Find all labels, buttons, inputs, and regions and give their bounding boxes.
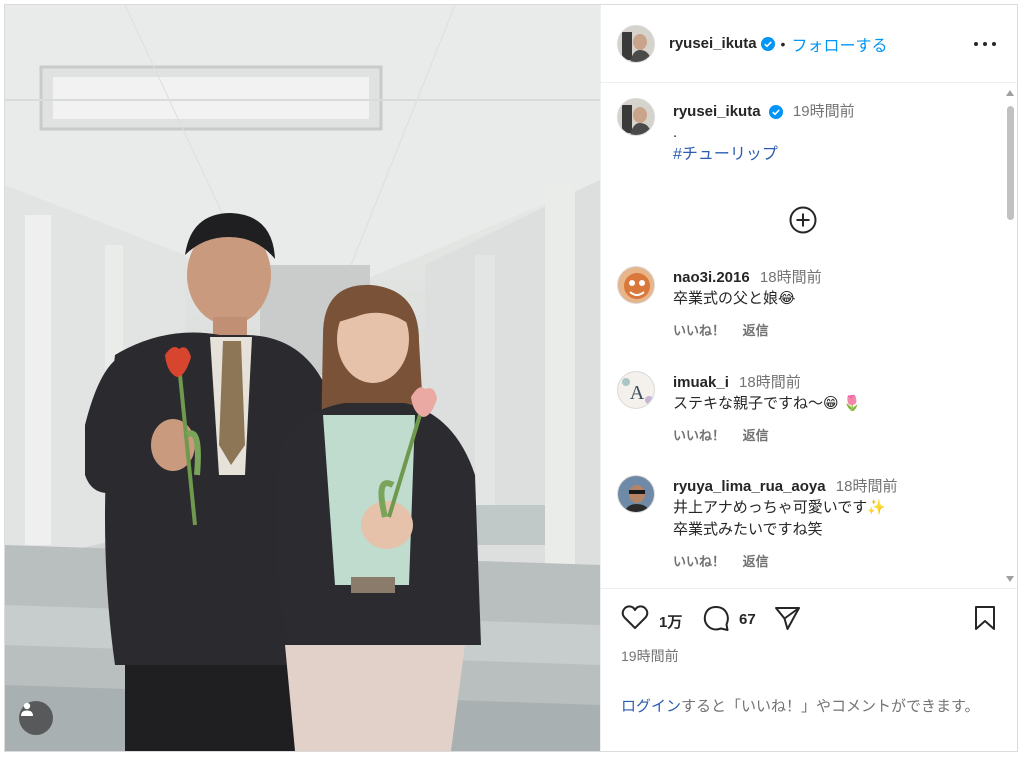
commenter-avatar[interactable] (617, 475, 655, 513)
reply-button[interactable]: 返信 (743, 428, 769, 443)
comments-section[interactable]: ryusei_ikuta 19時間前 . #チューリップ nao3i.2016 … (601, 84, 1017, 589)
avatar-image (618, 25, 654, 62)
comment-text: ステキな親子ですね〜 (673, 395, 824, 412)
avatar-image: A (618, 372, 654, 408)
scroll-thumb[interactable] (1007, 106, 1014, 220)
user-icon (21, 702, 33, 716)
author-username[interactable]: ryusei_ikuta (669, 35, 757, 52)
post-side-panel: ryusei_ikuta • フォローする ryusei_ikuta 19時間前… (600, 5, 1017, 751)
post-photo[interactable] (5, 5, 600, 751)
scroll-down-arrow-icon[interactable] (1006, 576, 1014, 582)
reply-button[interactable]: 返信 (743, 554, 769, 569)
save-button[interactable] (973, 604, 997, 637)
caption-username[interactable]: ryusei_ikuta (673, 103, 761, 120)
avatar-image (618, 99, 654, 135)
post-timestamp[interactable]: 19時間前 (621, 646, 679, 666)
comment-time[interactable]: 18時間前 (739, 374, 801, 391)
photo-illustration (5, 5, 600, 751)
scroll-up-arrow-icon[interactable] (1006, 90, 1014, 96)
reply-button[interactable]: 返信 (743, 323, 769, 338)
comment-emoji: 😂 (778, 290, 796, 307)
caption-hashtag[interactable]: #チューリップ (673, 144, 993, 166)
plus-circle-icon (789, 206, 817, 234)
load-more-comments-button[interactable] (788, 205, 818, 235)
author-avatar[interactable] (617, 24, 655, 63)
caption-time[interactable]: 19時間前 (793, 103, 855, 120)
comment-time[interactable]: 18時間前 (836, 478, 898, 495)
avatar-image (618, 267, 654, 303)
comments-scrollbar[interactable] (1004, 84, 1016, 588)
instagram-embed: ryusei_ikuta • フォローする ryusei_ikuta 19時間前… (4, 4, 1018, 752)
like-count[interactable]: 1万 (659, 611, 682, 632)
post-header: ryusei_ikuta • フォローする (601, 5, 1017, 83)
comment-bubble-icon (703, 606, 729, 631)
comment-text: 卒業式の父と娘 (673, 290, 779, 307)
comment-text: 井上アナめっちゃ可愛いです (673, 499, 868, 516)
follow-button[interactable]: フォローする (791, 32, 887, 56)
separator-dot: • (780, 35, 786, 52)
comment-username[interactable]: ryuya_lima_rua_aoya (673, 478, 826, 495)
heart-icon (621, 605, 649, 629)
commenter-avatar[interactable]: A (617, 371, 655, 409)
login-prompt-text: すると「いいね！」やコメントができます。 (681, 698, 980, 715)
tagged-user-button[interactable] (19, 701, 53, 735)
commenter-avatar[interactable] (617, 266, 655, 304)
comment-username[interactable]: nao3i.2016 (673, 269, 750, 286)
comment-time[interactable]: 18時間前 (760, 269, 822, 286)
comment-emoji: ✨ (867, 499, 886, 516)
comment-button[interactable] (702, 604, 730, 637)
login-prompt: ログインすると「いいね！」やコメントができます。 (621, 695, 1001, 718)
caption-text: . (673, 124, 678, 141)
avatar-image (618, 476, 654, 512)
bookmark-icon (975, 606, 995, 630)
like-comment-button[interactable]: いいね！ (673, 554, 725, 569)
send-paper-plane-icon (775, 607, 800, 630)
svg-text:A: A (630, 382, 645, 404)
like-comment-button[interactable]: いいね！ (673, 428, 725, 443)
caption-author-avatar[interactable] (617, 98, 655, 136)
post-actions-bar: 1万 67 (601, 590, 1017, 638)
login-link[interactable]: ログイン (621, 698, 681, 715)
more-options-icon[interactable] (974, 35, 996, 53)
verified-badge-icon (760, 36, 775, 51)
like-button[interactable] (621, 604, 649, 635)
verified-badge-icon (768, 105, 783, 120)
comment-text-line2: 卒業式みたいですね笑 (673, 521, 823, 538)
like-comment-button[interactable]: いいね！ (673, 323, 725, 338)
share-button[interactable] (773, 604, 801, 637)
comment-count[interactable]: 67 (739, 611, 756, 628)
comment-emoji: 😁 🌷 (823, 395, 862, 412)
comment-username[interactable]: imuak_i (673, 374, 729, 391)
